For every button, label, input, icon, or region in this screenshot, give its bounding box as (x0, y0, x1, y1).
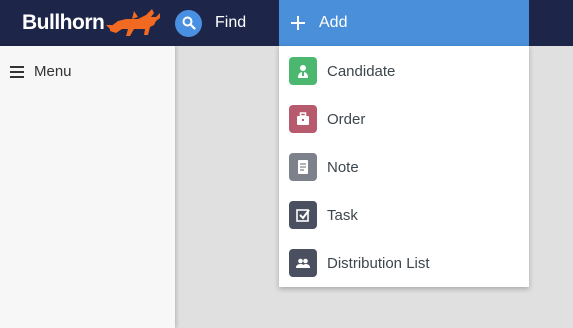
candidate-icon (289, 57, 317, 85)
menu-item-distribution-list[interactable]: Distribution List (279, 239, 529, 287)
hamburger-icon (10, 65, 24, 78)
note-icon (289, 153, 317, 181)
menu-item-task[interactable]: Task (279, 191, 529, 239)
menu-item-candidate[interactable]: Candidate (279, 47, 529, 95)
menu-item-order[interactable]: Order (279, 95, 529, 143)
add-label: Add (319, 14, 348, 31)
menu-item-note[interactable]: Note (279, 143, 529, 191)
plus-icon (290, 15, 306, 31)
menu-item-label: Distribution List (327, 254, 430, 272)
menu-item-label: Note (327, 158, 359, 176)
bullhorn-logo[interactable]: Bullhorn (22, 5, 160, 41)
bull-logo-icon (106, 9, 160, 36)
menu-toggle-button[interactable]: Menu (10, 63, 72, 80)
search-icon (175, 9, 202, 37)
briefcase-icon (289, 105, 317, 133)
menu-item-label: Task (327, 206, 358, 224)
find-button[interactable]: Find (175, 9, 246, 37)
menu-label: Menu (34, 63, 72, 80)
find-label: Find (215, 14, 247, 31)
menu-item-label: Candidate (327, 62, 396, 80)
people-icon (289, 249, 317, 277)
top-header-bar: Bullhorn Find Add (0, 0, 573, 46)
add-menu-button[interactable]: Add (279, 0, 529, 46)
task-checkbox-icon (289, 201, 317, 229)
sidebar: Menu (0, 46, 175, 328)
add-dropdown-menu: Candidate Order Note Task Distribution L… (279, 46, 529, 287)
menu-item-label: Order (327, 110, 366, 128)
logo-text: Bullhorn (22, 11, 105, 34)
